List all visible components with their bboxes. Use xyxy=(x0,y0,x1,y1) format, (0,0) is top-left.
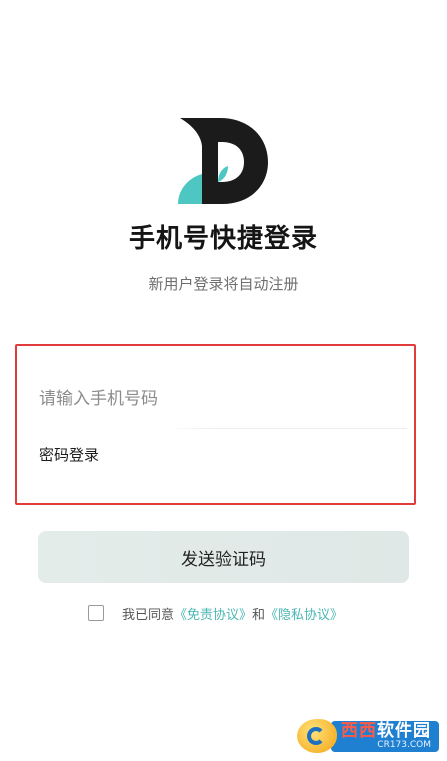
phone-input[interactable] xyxy=(39,384,369,414)
site-watermark: 西西软件园 CR173.COM xyxy=(297,719,439,753)
agreement-checkbox[interactable] xyxy=(88,605,104,621)
page-subtitle: 新用户登录将自动注册 xyxy=(148,275,299,293)
watermark-domain: CR173.COM xyxy=(377,739,431,750)
input-divider xyxy=(167,428,407,429)
agreement-row: 我已同意 《免责协议》 和 《隐私协议》 xyxy=(88,602,343,624)
watermark-text: 西西软件园 CR173.COM xyxy=(331,720,439,752)
d-logo-icon xyxy=(178,118,268,204)
agreement-connector: 和 xyxy=(252,607,266,623)
terms-link[interactable]: 《免责协议》 xyxy=(174,604,252,623)
watermark-logo-icon xyxy=(297,719,337,753)
login-form: 密码登录 xyxy=(15,344,416,505)
send-code-button[interactable]: 发送验证码 xyxy=(38,531,409,583)
agreement-prefix: 我已同意 xyxy=(122,607,175,623)
watermark-main-right: 软件园 xyxy=(377,720,431,741)
password-login-link[interactable]: 密码登录 xyxy=(39,444,99,465)
watermark-main-left: 西西 xyxy=(341,720,377,741)
privacy-link[interactable]: 《隐私协议》 xyxy=(265,604,343,623)
page-title: 手机号快捷登录 xyxy=(128,224,318,254)
